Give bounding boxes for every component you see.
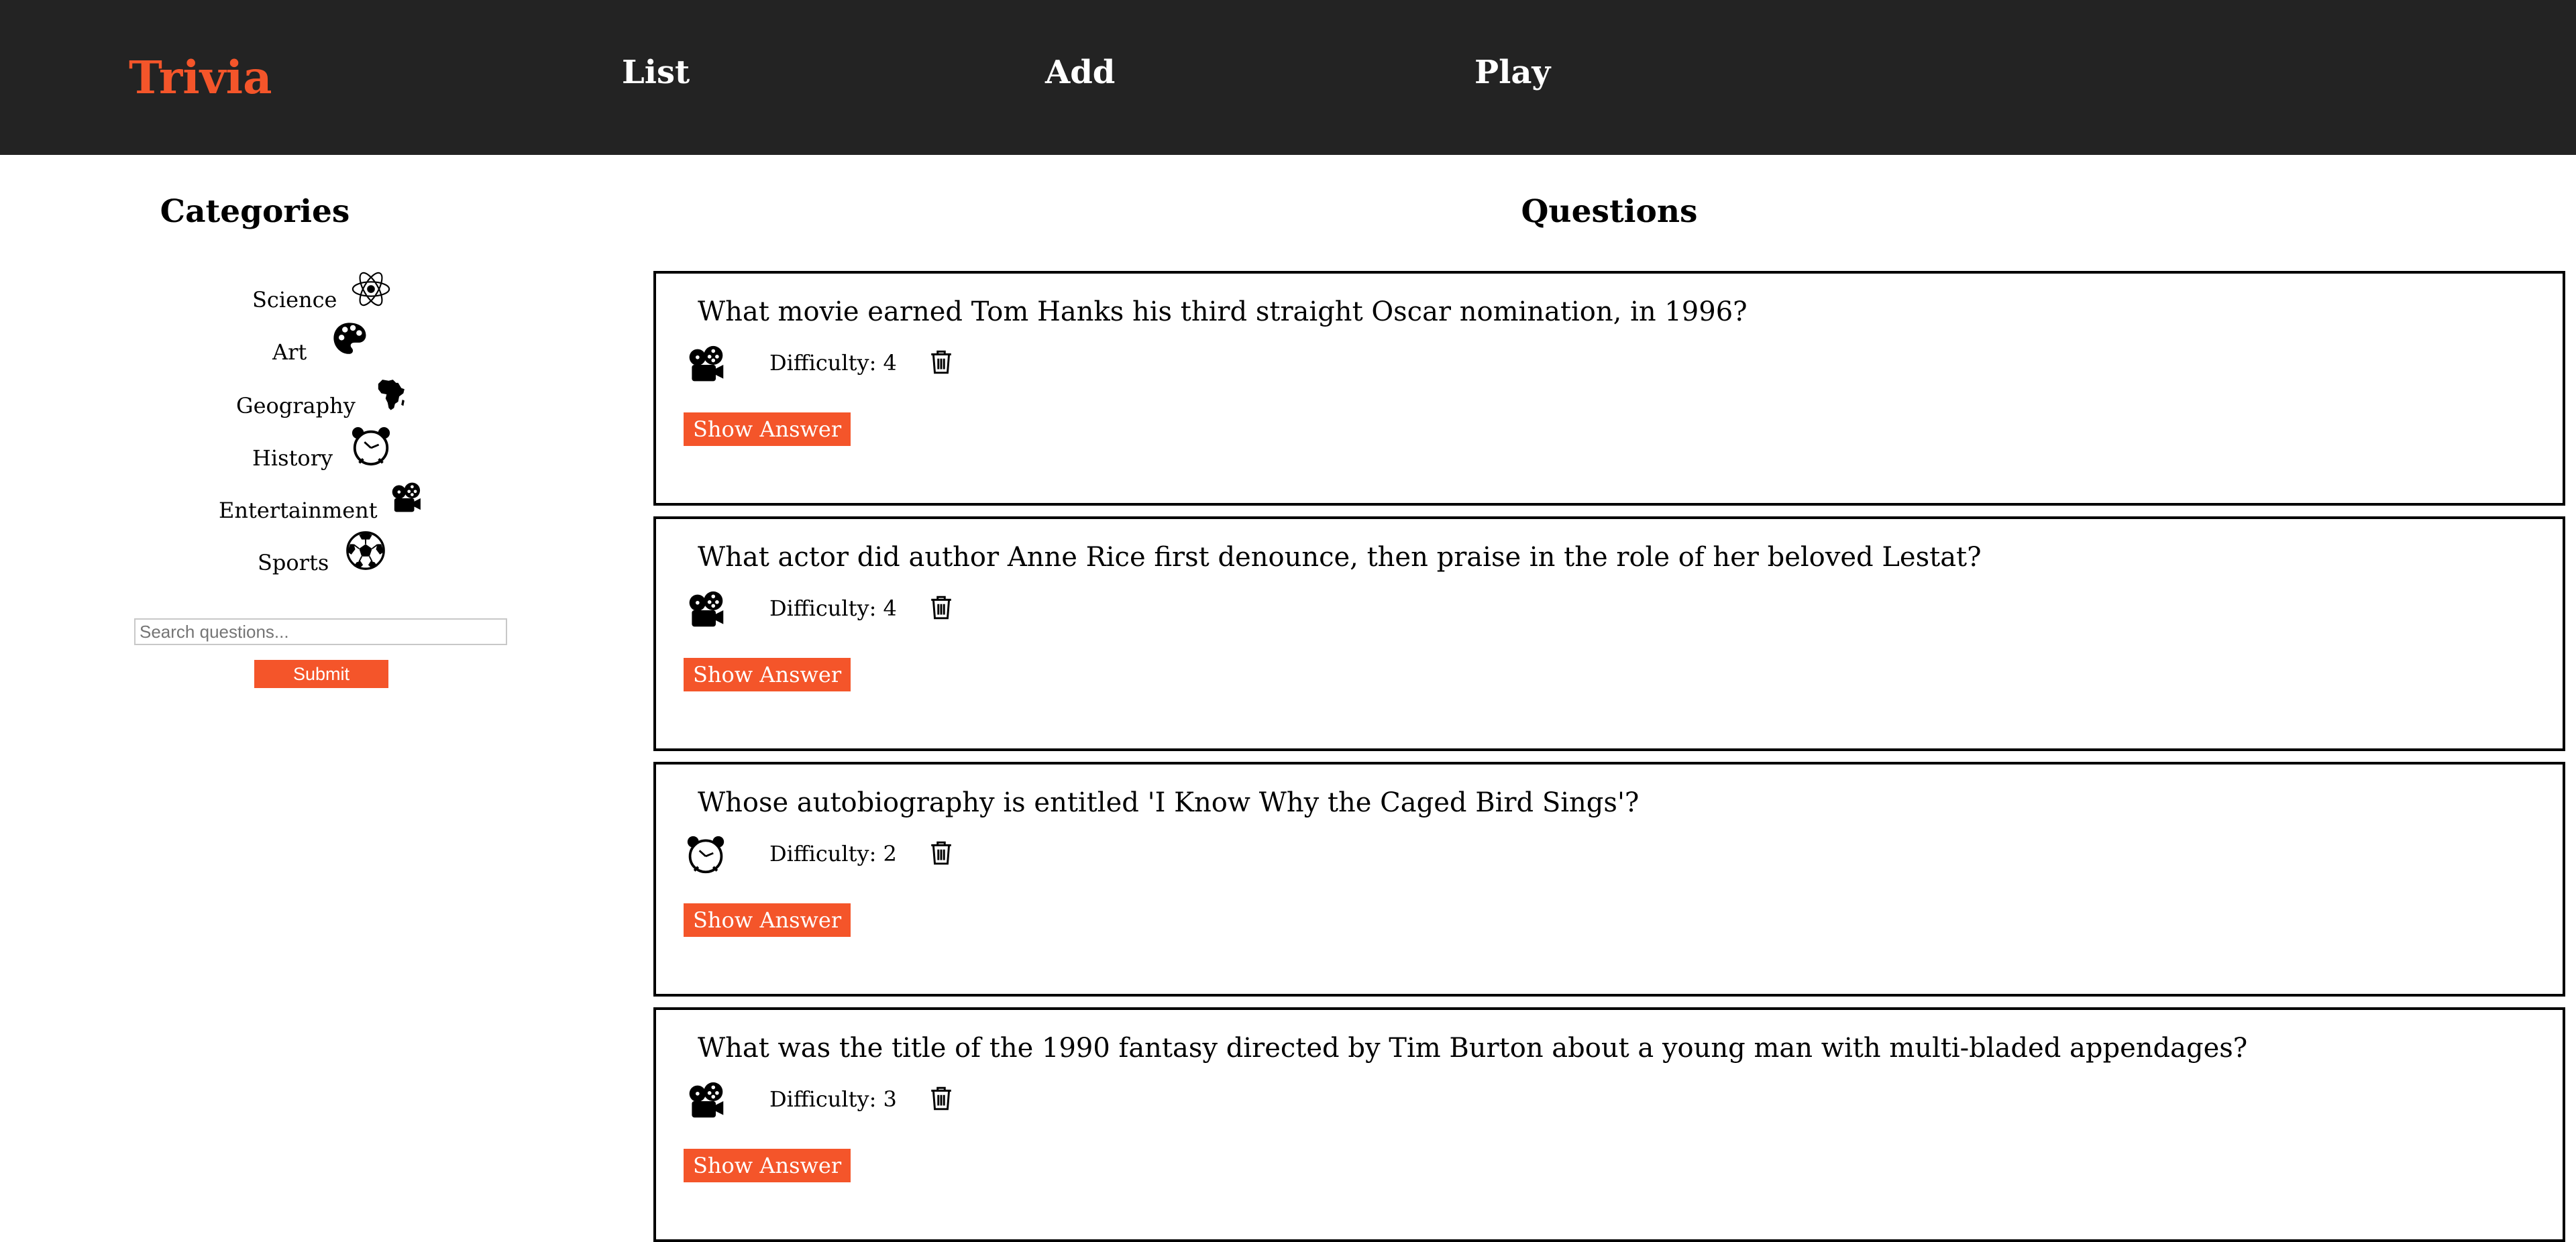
palette-icon bbox=[331, 321, 368, 357]
category-item-history[interactable]: History bbox=[235, 425, 396, 479]
question-text: What was the title of the 1990 fantasy d… bbox=[698, 1033, 2248, 1064]
film-camera-icon bbox=[388, 482, 424, 515]
difficulty-label: Difficulty: 4 bbox=[769, 350, 897, 376]
trash-icon[interactable] bbox=[930, 840, 953, 866]
submit-button[interactable]: Submit bbox=[254, 660, 388, 688]
category-label: Geography bbox=[236, 393, 356, 418]
question-card: Whose autobiography is entitled 'I Know … bbox=[653, 762, 2565, 997]
category-item-sports[interactable]: Sports bbox=[235, 530, 396, 583]
category-label: Sports bbox=[258, 550, 329, 575]
difficulty-label: Difficulty: 2 bbox=[769, 841, 897, 866]
film-camera-icon bbox=[686, 590, 726, 630]
question-card: What actor did author Anne Rice first de… bbox=[653, 516, 2565, 751]
category-label: Art bbox=[272, 339, 307, 365]
question-card: What was the title of the 1990 fantasy d… bbox=[653, 1007, 2565, 1242]
soccer-ball-icon bbox=[345, 530, 386, 571]
categories-heading: Categories bbox=[160, 193, 350, 230]
brand-logo[interactable]: Trivia bbox=[129, 51, 272, 104]
trash-icon[interactable] bbox=[930, 1086, 953, 1111]
alarm-clock-icon bbox=[350, 425, 392, 467]
nav-link-add[interactable]: Add bbox=[1045, 54, 1115, 91]
nav-link-play[interactable]: Play bbox=[1474, 54, 1550, 91]
category-item-science[interactable]: Science bbox=[235, 268, 396, 322]
question-card: What movie earned Tom Hanks his third st… bbox=[653, 271, 2565, 506]
category-label: Science bbox=[252, 287, 337, 313]
question-text: What movie earned Tom Hanks his third st… bbox=[698, 296, 1748, 327]
show-answer-button[interactable]: Show Answer bbox=[684, 1149, 851, 1182]
show-answer-button[interactable]: Show Answer bbox=[684, 658, 851, 691]
category-item-art[interactable]: Art bbox=[235, 321, 396, 374]
show-answer-button[interactable]: Show Answer bbox=[684, 412, 851, 446]
atom-icon bbox=[350, 268, 392, 310]
difficulty-label: Difficulty: 4 bbox=[769, 596, 897, 621]
nav-link-list[interactable]: List bbox=[622, 54, 690, 91]
question-text: What actor did author Anne Rice first de… bbox=[698, 542, 1982, 573]
show-answer-button[interactable]: Show Answer bbox=[684, 903, 851, 937]
category-label: Entertainment bbox=[219, 498, 378, 523]
alarm-clock-icon bbox=[686, 834, 726, 874]
search-input[interactable] bbox=[134, 618, 507, 645]
film-camera-icon bbox=[686, 345, 726, 385]
difficulty-label: Difficulty: 3 bbox=[769, 1086, 897, 1112]
trash-icon[interactable] bbox=[930, 349, 953, 375]
trash-icon[interactable] bbox=[930, 595, 953, 620]
category-label: History bbox=[252, 445, 333, 471]
category-item-entertainment[interactable]: Entertainment bbox=[201, 477, 429, 531]
navbar: Trivia List Add Play bbox=[0, 0, 2576, 155]
question-text: Whose autobiography is entitled 'I Know … bbox=[698, 787, 1640, 818]
questions-heading: Questions bbox=[1521, 193, 1698, 230]
africa-icon bbox=[373, 376, 407, 413]
film-camera-icon bbox=[686, 1081, 726, 1121]
category-item-geography[interactable]: Geography bbox=[235, 373, 409, 427]
